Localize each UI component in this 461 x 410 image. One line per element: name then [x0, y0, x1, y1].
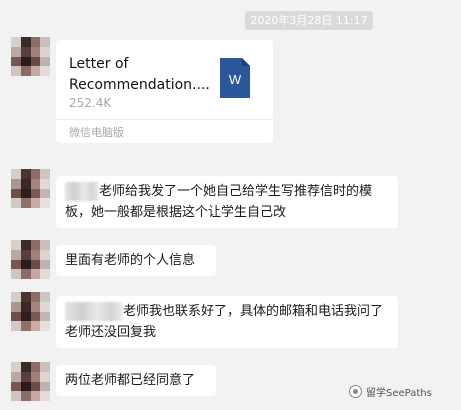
contact-avatar[interactable]	[11, 362, 50, 401]
word-document-icon: W	[220, 58, 250, 98]
file-name: Letter of Recommendation....	[69, 56, 210, 93]
blurred-name	[65, 182, 99, 201]
message-text: 老师给我发了一个她自己给学生写推荐信时的模板，她一般都是根据这个让学生自己改	[65, 184, 373, 220]
file-message-card[interactable]: Letter of Recommendation.... 252.4K W 微信…	[56, 40, 273, 143]
contact-avatar[interactable]	[11, 169, 50, 208]
watermark: 留学SeePaths	[349, 384, 432, 399]
message-timestamp: 2020年3月28日 11:17	[245, 11, 373, 30]
message-bubble[interactable]: 老师我也联系好了，具体的邮箱和电话我问了老师还没回复我	[56, 296, 398, 348]
watermark-text: 留学SeePaths	[366, 388, 432, 399]
message-text: 两位老师都已经同意了	[65, 373, 196, 388]
contact-avatar[interactable]	[11, 240, 50, 279]
message-bubble[interactable]: 老师给我发了一个她自己给学生写推荐信时的模板，她一般都是根据这个让学生自己改	[56, 176, 398, 228]
file-source-label: 微信电脑版	[69, 126, 124, 139]
file-size: 252.4K	[69, 96, 112, 110]
file-card-divider	[56, 119, 273, 120]
word-icon-letter: W	[228, 72, 242, 87]
contact-avatar[interactable]	[11, 37, 50, 76]
message-bubble[interactable]: 里面有老师的个人信息	[56, 245, 216, 276]
contact-avatar[interactable]	[11, 292, 50, 331]
blurred-name	[65, 302, 123, 321]
wechat-official-account-icon	[349, 385, 362, 398]
message-text: 里面有老师的个人信息	[65, 253, 196, 268]
message-bubble[interactable]: 两位老师都已经同意了	[56, 365, 216, 396]
